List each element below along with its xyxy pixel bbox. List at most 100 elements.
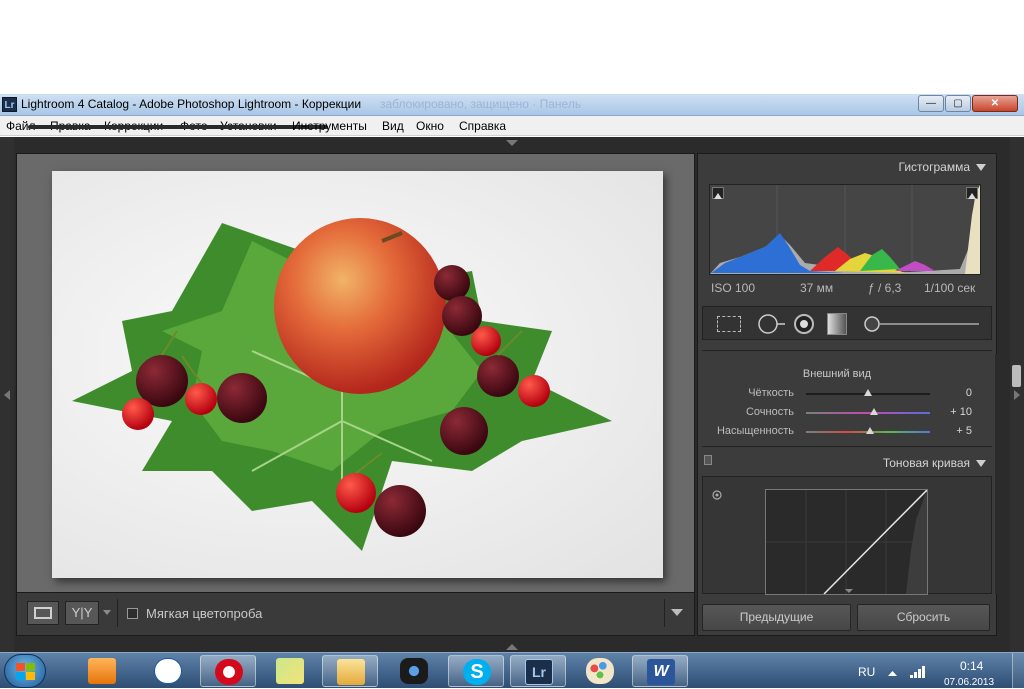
highlight-clipping-icon: [968, 193, 976, 199]
adjustment-brush-tool-icon[interactable]: [863, 315, 981, 333]
spot-removal-tool-icon[interactable]: [757, 313, 787, 335]
show-hidden-icons-icon[interactable]: [888, 671, 897, 677]
menu-tools[interactable]: Инструменты: [292, 119, 367, 133]
close-button[interactable]: ✕: [972, 95, 1018, 112]
previous-button[interactable]: Предыдущие: [702, 604, 851, 631]
toolbar-menu-chevron-down-icon[interactable]: [671, 609, 683, 617]
maximize-button[interactable]: ▢: [945, 95, 971, 112]
tone-curve-panel: [702, 476, 992, 595]
tool-strip: [702, 306, 992, 340]
lightroom-app-icon: Lr: [2, 97, 17, 112]
loupe-view-button[interactable]: [27, 601, 59, 625]
target-adjustment-icon[interactable]: [711, 489, 723, 501]
top-panel-toggle-icon[interactable]: [505, 139, 519, 147]
graduated-filter-tool-icon[interactable]: [827, 313, 847, 335]
window-titlebar[interactable]: Lr Lightroom 4 Catalog - Adobe Photoshop…: [0, 94, 1024, 116]
histogram-chart: [710, 185, 980, 274]
taskbar-explorer[interactable]: [322, 655, 378, 687]
red-eye-tool-icon[interactable]: [793, 313, 815, 335]
bottom-toolbar: Y|Y Мягкая цветопроба: [16, 593, 695, 636]
opera-icon: [215, 659, 243, 685]
exif-shutter: 1/100 сек: [924, 281, 976, 295]
highlight-clipping-toggle[interactable]: [966, 187, 978, 199]
taskbar-word[interactable]: W: [632, 655, 688, 687]
histogram-header[interactable]: Гистограмма: [899, 160, 986, 174]
shadow-clipping-toggle[interactable]: [712, 187, 724, 199]
taskbar-opera[interactable]: [200, 655, 256, 687]
photo-apple-cherries: [52, 171, 663, 578]
windows-logo-icon: [16, 663, 35, 680]
section-divider: [702, 350, 992, 351]
language-indicator[interactable]: RU: [858, 665, 875, 679]
saturation-label: Насыщенность: [716, 425, 794, 437]
people-icon: [154, 658, 182, 684]
histogram-graph[interactable]: [709, 184, 981, 275]
histogram-collapse-icon[interactable]: [976, 164, 986, 172]
tone-curve-expand-icon[interactable]: [845, 589, 853, 594]
start-button[interactable]: [4, 654, 46, 688]
redaction-scribble: [28, 125, 328, 129]
exif-focal-length: 37 мм: [800, 281, 834, 295]
sticky-notes-icon: [276, 658, 304, 684]
right-panel-toggle-icon[interactable]: [1013, 389, 1021, 401]
taskbar-paint[interactable]: [572, 655, 628, 687]
lightroom-icon: Lr: [525, 659, 553, 685]
loupe-view-icon: [34, 607, 52, 619]
webcam-icon: [400, 658, 428, 684]
view-mode-chevron-down-icon[interactable]: [103, 610, 111, 616]
photo-image: [72, 218, 612, 551]
taskbar-sticky-notes[interactable]: [262, 655, 318, 687]
tone-curve-line: [766, 489, 928, 595]
reset-button[interactable]: Сбросить: [857, 604, 990, 631]
tone-curve-title: Тоновая кривая: [882, 456, 970, 470]
clarity-slider-thumb[interactable]: [864, 389, 872, 396]
panel-scroll-thumb[interactable]: [1012, 365, 1021, 387]
vibrance-slider-thumb[interactable]: [870, 408, 879, 415]
window-title-ghost: заблокировано, защищено · Панель: [380, 97, 582, 111]
taskbar-people[interactable]: [140, 655, 196, 687]
paint-palette-icon: [586, 658, 614, 684]
taskbar-skype[interactable]: S: [448, 655, 504, 687]
menu-window[interactable]: Окно: [416, 119, 444, 133]
right-panel-edge[interactable]: [1010, 137, 1024, 652]
saturation-slider-thumb[interactable]: [866, 427, 875, 434]
softproof-checkbox[interactable]: [127, 608, 138, 619]
menu-view[interactable]: Вид: [382, 119, 404, 133]
toolbar-divider-right: [664, 599, 665, 627]
clarity-slider-row: Чёткость 0: [702, 386, 992, 402]
show-desktop-button[interactable]: [1012, 653, 1024, 689]
windows-taskbar: S Lr W RU 0:14 07.06.2013: [0, 652, 1024, 689]
clarity-label: Чёткость: [748, 387, 794, 399]
before-after-view-button[interactable]: Y|Y: [65, 601, 99, 625]
right-panel-scrollbar[interactable]: [995, 354, 997, 594]
word-icon: W: [647, 659, 675, 685]
taskbar-media-player[interactable]: [74, 655, 130, 687]
taskbar-lightroom[interactable]: Lr: [510, 655, 566, 687]
vibrance-value[interactable]: + 10: [950, 406, 972, 418]
right-panel: Гистограмма ISO 100 37 мм ƒ / 6,3 1/100 …: [697, 153, 997, 636]
vibrance-slider-track[interactable]: [806, 412, 930, 414]
tone-curve-enable-switch[interactable]: [704, 455, 712, 465]
minimize-button[interactable]: —: [918, 95, 944, 112]
clarity-value[interactable]: 0: [966, 387, 972, 399]
tone-curve-collapse-icon[interactable]: [976, 460, 986, 468]
menu-bar: Файл Правка Коррекции Фото Установки Инс…: [0, 116, 1024, 136]
image-canvas[interactable]: [16, 153, 695, 593]
saturation-slider-row: Насыщенность + 5: [702, 424, 992, 440]
filmstrip-toggle-icon[interactable]: [505, 643, 519, 651]
crop-tool-icon[interactable]: [717, 316, 741, 332]
skype-icon: S: [463, 659, 491, 685]
left-panel-edge[interactable]: [0, 137, 14, 652]
histogram-title: Гистограмма: [898, 160, 970, 174]
clock-time[interactable]: 0:14: [960, 659, 983, 673]
left-panel-toggle-icon[interactable]: [3, 389, 11, 401]
media-player-icon: [88, 658, 116, 684]
clock-date[interactable]: 07.06.2013: [944, 677, 994, 688]
taskbar-webcam[interactable]: [386, 655, 442, 687]
network-signal-icon[interactable]: [910, 665, 926, 679]
menu-help[interactable]: Справка: [459, 119, 506, 133]
saturation-value[interactable]: + 5: [956, 425, 972, 437]
tone-curve-header[interactable]: Тоновая кривая: [883, 456, 986, 470]
tone-curve-graph[interactable]: [765, 489, 928, 595]
section-divider-2: [702, 446, 992, 447]
